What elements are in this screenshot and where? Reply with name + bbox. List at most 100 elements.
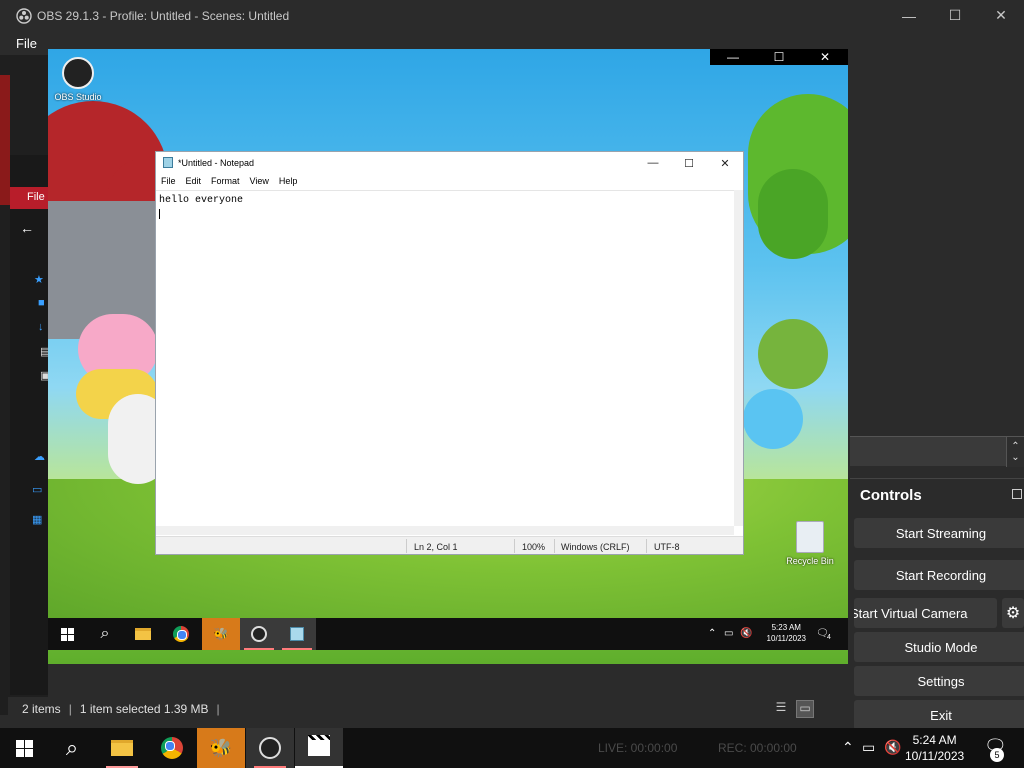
network-icon[interactable]: ▦ [32,513,42,526]
start-streaming-button[interactable]: Start Streaming [854,518,1024,548]
notepad-titlebar[interactable]: *Untitled - Notepad — ☐ ✕ [156,152,743,174]
captured-minimize-button[interactable]: — [710,49,756,65]
downloads-icon[interactable]: ↓ [38,321,44,333]
clock[interactable]: 5:24 AM 10/11/2023 [905,732,964,764]
exit-button[interactable]: Exit [854,700,1024,730]
captured-chrome-icon[interactable] [162,618,200,650]
notepad-text-area[interactable]: hello everyone [156,190,734,526]
captured-notepad-icon[interactable] [278,618,316,650]
notepad-title: *Untitled - Notepad [178,158,255,168]
wallpaper-character-green [758,319,828,389]
background-explorer-strip: File ← ★ ■ ↓ ▤ ▣ ☁ ▭ ▦ [0,55,50,715]
notepad-menubar: File Edit Format View Help [156,176,743,190]
explorer-file-tab[interactable]: File [10,187,48,209]
notepad-status-zoom: 100% [522,542,546,552]
this-pc-icon[interactable]: ▭ [32,483,42,496]
details-view-icon[interactable]: ☰ [772,700,790,718]
captured-file-explorer-icon[interactable] [124,618,162,650]
settings-button[interactable]: Settings [854,666,1024,696]
scene-transition-select[interactable]: ⌃ ⌄ [850,436,1024,467]
notepad-menu-file[interactable]: File [161,176,176,190]
clock-date: 10/11/2023 [905,749,965,763]
file-explorer-icon[interactable] [98,728,146,768]
explorer-statusbar: 2 items | 1 item selected 1.39 MB | ☰ ▭ [8,697,820,721]
notification-count: 5 [990,748,1004,762]
explorer-nav-pane [10,155,48,695]
notepad-status-encoding: UTF-8 [654,542,680,552]
start-button[interactable] [0,728,48,768]
windows-logo-icon [60,627,74,641]
undock-icon[interactable] [1012,489,1022,499]
notepad-close-button[interactable]: ✕ [707,152,743,174]
notepad-status-eol: Windows (CRLF) [561,542,630,552]
video-editor-icon[interactable] [295,728,343,768]
captured-notification-count: 4 [827,634,831,641]
controls-header: Controls [850,478,1024,510]
captured-date: 10/11/2023 [766,634,806,643]
chevron-up-icon[interactable]: ⌃ [842,739,854,756]
obs-studio-icon [62,57,94,89]
obs-preview[interactable]: — ☐ ✕ OBS Studio Recycle Bin *Untitled -… [48,49,848,664]
back-arrow-icon[interactable]: ← [20,220,34,236]
notepad-minimize-button[interactable]: — [635,152,671,174]
notepad-menu-format[interactable]: Format [211,176,240,190]
captured-start-button[interactable] [48,618,86,650]
virtual-camera-settings-gear-icon[interactable]: ⚙ [1002,598,1024,628]
minimize-button[interactable]: — [886,0,932,31]
desktop-folder-icon[interactable]: ■ [38,297,45,309]
desktop-icon-recycle-bin[interactable]: Recycle Bin [782,521,838,566]
start-virtual-camera-button[interactable]: Start Virtual Camera [854,598,997,628]
controls-title: Controls [860,487,922,504]
maximize-button[interactable]: ☐ [932,0,978,31]
captured-clock[interactable]: 5:23 AM 10/11/2023 [767,622,806,644]
captured-volume-muted-icon[interactable]: 🔇 [740,628,752,639]
preview-bottom-bar [48,664,848,697]
obs-taskbar-icon[interactable] [246,728,294,768]
captured-app-bee-icon[interactable]: 🐝 [202,618,240,650]
desktop-icon-obs-label: OBS Studio [54,92,102,102]
notepad-statusbar: Ln 2, Col 1 100% Windows (CRLF) UTF-8 [156,536,743,554]
search-icon[interactable]: ⌕ [48,728,96,768]
notepad-vertical-scrollbar[interactable] [734,190,743,526]
chrome-icon[interactable] [148,728,196,768]
wallpaper-tree-small [758,169,828,259]
star-icon[interactable]: ★ [34,273,44,286]
network-icon[interactable]: ▭ [862,739,875,756]
start-recording-button[interactable]: Start Recording [854,560,1024,590]
notepad-menu-view[interactable]: View [250,176,269,190]
notepad-menu-help[interactable]: Help [279,176,298,190]
obs-titlebar: OBS 29.1.3 - Profile: Untitled - Scenes:… [0,0,1024,31]
large-icons-view-icon[interactable]: ▭ [796,700,814,718]
captured-chevron-up-icon[interactable]: ⌃ [708,628,716,639]
desktop-icon-recycle-label: Recycle Bin [786,556,834,566]
notepad-menu-edit[interactable]: Edit [186,176,202,190]
bee-app-icon[interactable]: 🐝 [197,728,245,768]
desktop-icon-obs[interactable]: OBS Studio [54,57,102,102]
captured-network-icon[interactable]: ▭ [724,628,733,639]
notepad-window[interactable]: *Untitled - Notepad — ☐ ✕ File Edit Form… [155,151,744,555]
screen: OBS 29.1.3 - Profile: Untitled - Scenes:… [0,0,1024,768]
obs-logo-icon [16,7,32,24]
live-status: LIVE: 00:00:00 [598,741,678,755]
rec-status: REC: 00:00:00 [718,741,797,755]
captured-obs-icon[interactable] [240,618,278,650]
clock-time: 5:24 AM [912,733,957,747]
onedrive-icon[interactable]: ☁ [34,450,45,463]
notepad-status-position: Ln 2, Col 1 [414,542,458,552]
close-button[interactable]: ✕ [978,0,1024,31]
notepad-text-content: hello everyone [159,195,244,206]
studio-mode-button[interactable]: Studio Mode [854,632,1024,662]
obs-toolbar-strip [8,721,848,727]
notepad-icon [163,157,173,168]
notepad-maximize-button[interactable]: ☐ [671,152,707,174]
spinner-arrows-icon[interactable]: ⌃ ⌄ [1006,437,1024,467]
captured-time: 5:23 AM [771,623,801,632]
volume-muted-icon[interactable]: 🔇 [884,739,901,756]
captured-search-icon[interactable]: ⌕ [86,618,124,650]
wallpaper-character-blue [743,389,803,449]
recycle-bin-icon [796,521,824,553]
captured-close-button[interactable]: ✕ [802,49,848,65]
status-item-count: 2 items [22,702,61,716]
notepad-horizontal-scrollbar[interactable] [156,526,734,535]
captured-maximize-button[interactable]: ☐ [756,49,802,65]
